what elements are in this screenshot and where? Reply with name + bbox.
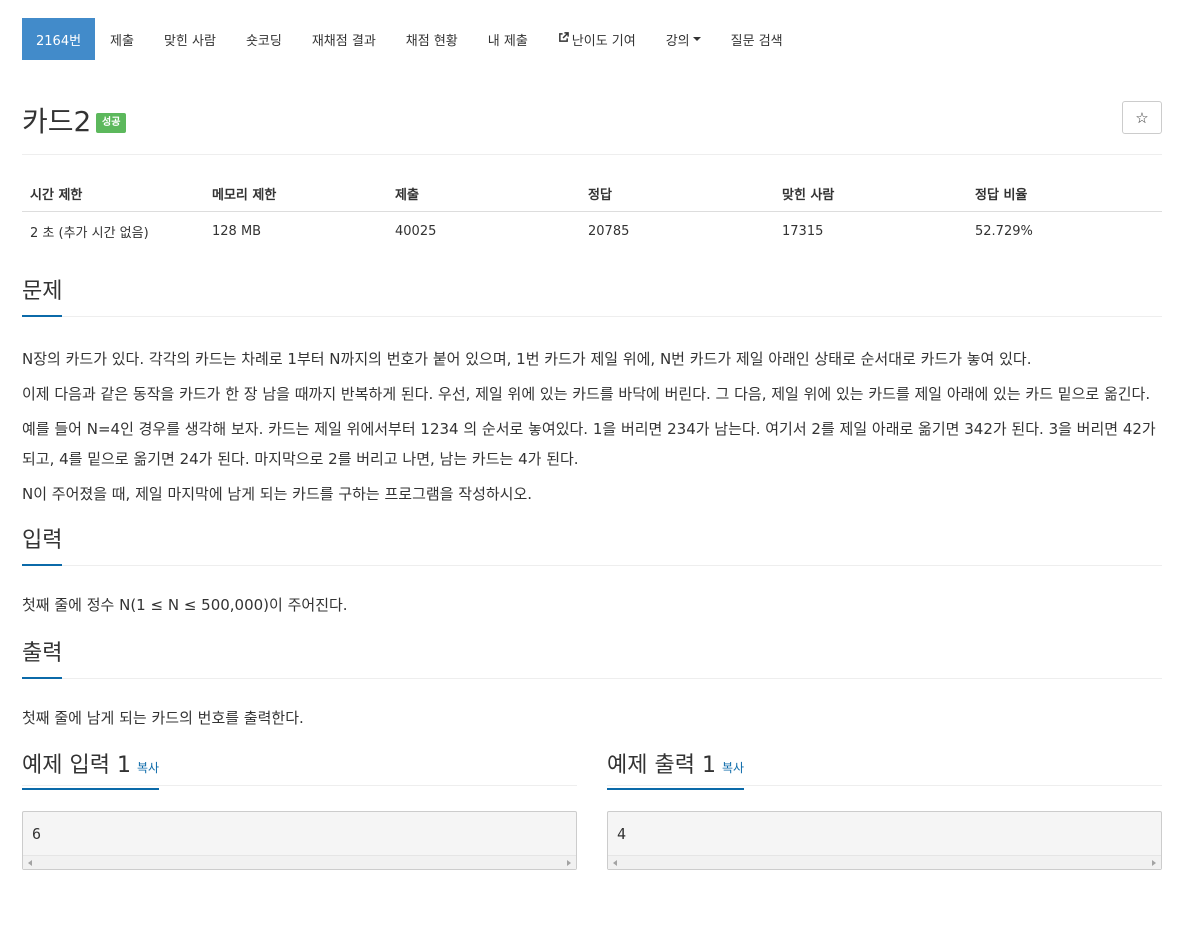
nav-short-coding[interactable]: 숏코딩 xyxy=(231,18,297,60)
nav-label: 맞힌 사람 xyxy=(163,33,216,49)
section-title: 예제 입력 1 복사 xyxy=(22,751,160,790)
time-limit-value: 2 초 (추가 시간 없음) xyxy=(30,226,149,241)
section-title: 입력 xyxy=(22,526,63,566)
sample-input-value: 6 xyxy=(32,825,42,843)
nav-label: 제출 xyxy=(110,33,134,49)
output-text: 첫째 줄에 남게 되는 카드의 번호를 출력한다. xyxy=(22,709,304,727)
nav-judge-status[interactable]: 채점 현황 xyxy=(391,18,473,60)
samples: 예제 입력 1 복사 6 예제 출력 1 복사 4 xyxy=(22,751,1162,870)
nav-lecture-dropdown[interactable]: 강의 xyxy=(651,18,716,60)
copy-output-link[interactable]: 복사 xyxy=(722,761,744,775)
description-paragraph: 이제 다음과 같은 동작을 카드가 한 장 남을 때까지 반복하게 된다. 우선… xyxy=(22,385,1151,403)
nav-label: 숏코딩 xyxy=(245,33,282,49)
scroll-left-icon[interactable] xyxy=(613,860,617,866)
nav-label: 질문 검색 xyxy=(730,33,783,49)
sample-output-box[interactable]: 4 xyxy=(607,811,1162,870)
section-title: 예제 출력 1 복사 xyxy=(607,751,745,790)
nav-label: 재채점 결과 xyxy=(311,33,376,49)
nav-label: 난이도 기여 xyxy=(571,33,636,49)
nav-my-submissions[interactable]: 내 제출 xyxy=(473,18,543,60)
input-text: 첫째 줄에 정수 N(1 ≤ N ≤ 500,000)이 주어진다. xyxy=(22,596,348,614)
star-icon: ☆ xyxy=(1135,109,1149,127)
status-badge: 성공 xyxy=(96,113,127,133)
header-accepted: 정답 xyxy=(580,176,774,212)
scroll-right-icon[interactable] xyxy=(1152,860,1156,866)
description-paragraph: N이 주어졌을 때, 제일 마지막에 남게 되는 카드를 구하는 프로그램을 작… xyxy=(22,485,533,503)
nav-submit[interactable]: 제출 xyxy=(95,18,149,60)
favorite-button[interactable]: ☆ xyxy=(1122,101,1162,134)
section-header: 예제 입력 1 복사 xyxy=(22,751,577,790)
problem-header: 카드2 성공 ☆ xyxy=(22,60,1162,155)
sample-output: 예제 출력 1 복사 4 xyxy=(607,751,1162,870)
nav-label: 2164번 xyxy=(36,33,82,49)
problem-description-section: 문제 N장의 카드가 있다. 각각의 카드는 차례로 1부터 N까지의 번호가 … xyxy=(22,277,1162,509)
external-link-icon xyxy=(558,32,569,46)
memory-limit-value: 128 MB xyxy=(212,224,262,239)
section-title: 문제 xyxy=(22,277,63,317)
problem-description: N장의 카드가 있다. 각각의 카드는 차례로 1부터 N까지의 번호가 붙어 … xyxy=(22,344,1162,509)
problem-info-table: 시간 제한 메모리 제한 제출 정답 맞힌 사람 정답 비율 2 초 (추가 시… xyxy=(22,176,1162,249)
header-memory-limit: 메모리 제한 xyxy=(204,176,387,212)
section-header: 문제 xyxy=(22,277,1162,317)
sample-input: 예제 입력 1 복사 6 xyxy=(22,751,577,870)
page: 2164번 제출 맞힌 사람 숏코딩 재채점 결과 채점 현황 내 제출 난이도… xyxy=(0,18,1189,938)
accepted-value: 20785 xyxy=(588,224,630,239)
copy-input-link[interactable]: 복사 xyxy=(137,761,159,775)
sample-input-box[interactable]: 6 xyxy=(22,811,577,870)
input-section: 입력 첫째 줄에 정수 N(1 ≤ N ≤ 500,000)이 주어진다. xyxy=(22,526,1162,620)
horizontal-scrollbar[interactable] xyxy=(608,855,1161,869)
nav-question-search[interactable]: 질문 검색 xyxy=(716,18,798,60)
output-description: 첫째 줄에 남게 되는 카드의 번호를 출력한다. xyxy=(22,703,1162,733)
scroll-right-icon[interactable] xyxy=(567,860,571,866)
sample-input-heading: 예제 입력 1 xyxy=(22,753,131,778)
submissions-value: 40025 xyxy=(395,224,437,239)
description-paragraph: 예를 들어 N=4인 경우를 생각해 보자. 카드는 제일 위에서부터 1234… xyxy=(22,420,1156,468)
nav-label: 내 제출 xyxy=(487,33,528,49)
nav-difficulty-contribution[interactable]: 난이도 기여 xyxy=(543,18,651,60)
sample-output-value: 4 xyxy=(617,825,627,843)
nav-problem-number[interactable]: 2164번 xyxy=(22,18,96,60)
sample-output-heading: 예제 출력 1 xyxy=(607,753,716,778)
table-row: 2 초 (추가 시간 없음) 128 MB 40025 20785 17315 … xyxy=(22,212,1162,250)
caret-down-icon xyxy=(692,37,701,41)
section-header: 예제 출력 1 복사 xyxy=(607,751,1162,790)
header-submissions: 제출 xyxy=(387,176,580,212)
problem-menu: 2164번 제출 맞힌 사람 숏코딩 재채점 결과 채점 현황 내 제출 난이도… xyxy=(22,18,1162,60)
table-header-row: 시간 제한 메모리 제한 제출 정답 맞힌 사람 정답 비율 xyxy=(22,176,1162,212)
section-header: 출력 xyxy=(22,639,1162,679)
header-time-limit: 시간 제한 xyxy=(22,176,204,212)
section-title: 출력 xyxy=(22,639,63,679)
nav-solved-users[interactable]: 맞힌 사람 xyxy=(149,18,231,60)
accept-ratio-value: 52.729% xyxy=(975,224,1033,239)
nav-label: 강의 xyxy=(665,33,690,49)
header-solved-users: 맞힌 사람 xyxy=(774,176,967,212)
input-description: 첫째 줄에 정수 N(1 ≤ N ≤ 500,000)이 주어진다. xyxy=(22,590,1162,620)
problem-title: 카드2 xyxy=(22,105,92,138)
description-paragraph: N장의 카드가 있다. 각각의 카드는 차례로 1부터 N까지의 번호가 붙어 … xyxy=(22,350,1032,368)
header-accept-ratio: 정답 비율 xyxy=(967,176,1162,212)
section-header: 입력 xyxy=(22,526,1162,566)
horizontal-scrollbar[interactable] xyxy=(23,855,576,869)
output-section: 출력 첫째 줄에 남게 되는 카드의 번호를 출력한다. xyxy=(22,639,1162,733)
nav-label: 채점 현황 xyxy=(405,33,458,49)
solved-users-value: 17315 xyxy=(782,224,824,239)
nav-rejudge-result[interactable]: 재채점 결과 xyxy=(297,18,391,60)
scroll-left-icon[interactable] xyxy=(28,860,32,866)
